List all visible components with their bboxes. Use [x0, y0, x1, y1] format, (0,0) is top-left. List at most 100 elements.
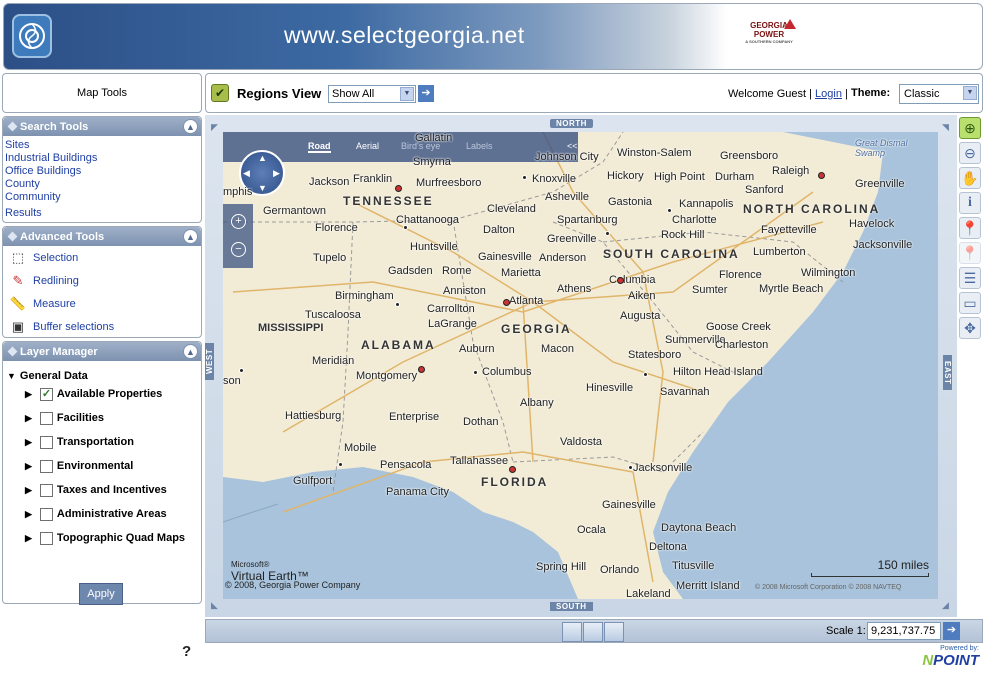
tool-measure[interactable]: 📏 Measure	[3, 292, 201, 315]
layer-transportation[interactable]: ▶ Transportation	[3, 430, 201, 454]
layers-list-icon[interactable]: ☰	[959, 267, 981, 289]
layer-manager-header[interactable]: Layer Manager ▲	[3, 342, 201, 361]
tool-redlining[interactable]: ✎ Redlining	[3, 269, 201, 292]
montgomery-marker	[418, 366, 425, 373]
city-label: Gainesville	[478, 251, 532, 263]
pan-west-button[interactable]: WEST	[205, 342, 214, 380]
navigate-icon[interactable]: ✥	[959, 317, 981, 339]
diamond-icon	[7, 231, 18, 242]
map-canvas[interactable]: Road Aerial Bird's eye Labels << ▲ ▼ ◀ ▶…	[223, 132, 938, 599]
city-label: Rock Hill	[661, 229, 705, 241]
layer-administrative-areas[interactable]: ▶ Administrative Areas	[3, 502, 201, 526]
scale-label: Scale 1:	[826, 625, 866, 637]
layer-checkbox[interactable]	[39, 435, 53, 449]
pan-northeast-icon[interactable]: ◥	[942, 122, 949, 133]
layer-available-properties[interactable]: ▶ ✓ Available Properties	[3, 382, 201, 406]
regions-go-button[interactable]: ➔	[418, 85, 434, 102]
layer-environmental[interactable]: ▶ Environmental	[3, 454, 201, 478]
regions-select[interactable]: Show All ▼	[328, 85, 416, 103]
city-label: Hilton Head Island	[673, 366, 763, 378]
arrow-down-icon[interactable]: ▼	[258, 183, 267, 193]
city-label: Johnson City	[535, 151, 599, 163]
layer-checkbox-checked[interactable]: ✓	[39, 387, 53, 401]
pan-north-button[interactable]: NORTH	[550, 119, 593, 128]
city-label: Dalton	[483, 224, 515, 236]
state-label: MISSISSIPPI	[258, 322, 324, 334]
pan-south-button[interactable]: SOUTH	[550, 602, 593, 611]
georgia-power-logo: GEORGIA POWER A SOUTHERN COMPANY	[734, 19, 804, 53]
buffer-icon: ▣	[11, 318, 25, 334]
arrow-left-icon[interactable]: ◀	[243, 168, 250, 179]
pan-southwest-icon[interactable]: ◣	[211, 600, 218, 611]
layer-facilities[interactable]: ▶ Facilities	[3, 406, 201, 430]
layout-wide-icon[interactable]	[604, 622, 624, 642]
pin-disabled-icon[interactable]: 📍	[959, 242, 981, 264]
search-link-county[interactable]: County	[5, 178, 199, 191]
layer-checkbox[interactable]	[39, 411, 53, 425]
collapse-style-bar-button[interactable]: <<	[567, 141, 578, 151]
regions-view-check-icon[interactable]: ✔	[211, 84, 229, 102]
collapse-icon[interactable]: ▲	[183, 344, 198, 359]
login-link[interactable]: Login	[815, 88, 842, 100]
redlining-icon: ✎	[12, 272, 24, 288]
scale-go-button[interactable]: ➔	[943, 622, 960, 640]
ve-brand: Microsoft®	[231, 560, 270, 569]
collapse-icon[interactable]: ▲	[183, 229, 198, 244]
search-link-results[interactable]: Results	[5, 207, 199, 220]
layer-checkbox[interactable]	[39, 483, 53, 497]
search-tools-header[interactable]: Search Tools ▲	[3, 117, 201, 136]
scale-input[interactable]: 9,231,737.75	[867, 622, 941, 640]
pan-northwest-icon[interactable]: ◤	[211, 122, 218, 133]
expand-arrow-icon[interactable]: ▶	[25, 509, 32, 520]
search-link-community[interactable]: Community	[5, 191, 199, 204]
city-label: Greenville	[855, 178, 905, 190]
map-zoom-in-icon[interactable]: +	[231, 214, 246, 229]
search-link-sites[interactable]: Sites	[5, 139, 199, 152]
info-icon[interactable]: i	[959, 192, 981, 214]
expand-arrow-icon[interactable]: ▶	[25, 389, 32, 400]
map-scale-line	[811, 573, 929, 577]
city-label: Durham	[715, 171, 755, 183]
layer-topographic-quad-maps[interactable]: ▶ Topographic Quad Maps	[3, 526, 201, 550]
layout-split-icon[interactable]	[583, 622, 603, 642]
state-label: FLORIDA	[481, 475, 549, 489]
arrow-up-icon[interactable]: ▲	[258, 153, 267, 163]
city-label: Charlotte	[672, 214, 717, 226]
layer-checkbox[interactable]	[39, 531, 53, 545]
ms-copyright: © 2008 Microsoft Corporation © 2008 NAVT…	[755, 584, 902, 591]
layer-taxes-incentives[interactable]: ▶ Taxes and Incentives	[3, 478, 201, 502]
search-link-industrial-buildings[interactable]: Industrial Buildings	[5, 152, 199, 165]
zoom-in-icon[interactable]: ⊕	[959, 117, 981, 139]
layer-group-general-data[interactable]: ▼ General Data	[3, 361, 201, 382]
labels-toggle[interactable]: Labels	[466, 141, 493, 151]
city-marker	[667, 208, 672, 213]
overview-icon[interactable]: ▭	[959, 292, 981, 314]
pan-east-button[interactable]: EAST	[943, 355, 952, 391]
search-link-office-buildings[interactable]: Office Buildings	[5, 165, 199, 178]
aerial-style-button[interactable]: Aerial	[356, 141, 379, 151]
pin-icon[interactable]: 📍	[959, 217, 981, 239]
expand-arrow-icon[interactable]: ▶	[25, 461, 32, 472]
apply-button[interactable]: Apply	[79, 583, 123, 605]
city-label: Columbus	[482, 366, 532, 378]
welcome-label: Welcome Guest |	[728, 88, 812, 100]
advanced-tools-header[interactable]: Advanced Tools ▲	[3, 227, 201, 246]
map-zoom-out-icon[interactable]: −	[231, 242, 246, 257]
zoom-out-icon[interactable]: ⊖	[959, 142, 981, 164]
expand-arrow-icon[interactable]: ▶	[25, 437, 32, 448]
expand-arrow-icon[interactable]: ▶	[25, 413, 32, 424]
expand-arrow-icon[interactable]: ▶	[25, 533, 32, 544]
help-icon[interactable]: ?	[182, 643, 198, 661]
tool-buffer-selections[interactable]: ▣ Buffer selections	[3, 315, 201, 338]
road-style-button[interactable]: Road	[308, 141, 331, 153]
layer-checkbox[interactable]	[39, 459, 53, 473]
layer-checkbox[interactable]	[39, 507, 53, 521]
expand-arrow-icon[interactable]: ▶	[25, 485, 32, 496]
pan-hand-icon[interactable]: ✋	[959, 167, 981, 189]
theme-select[interactable]: Classic ▼	[899, 84, 979, 104]
layout-single-icon[interactable]	[562, 622, 582, 642]
collapse-icon[interactable]: ▲	[183, 119, 198, 134]
tool-selection[interactable]: ⬚ Selection	[3, 246, 201, 269]
arrow-right-icon[interactable]: ▶	[273, 168, 280, 179]
pan-southeast-icon[interactable]: ◢	[942, 600, 949, 611]
